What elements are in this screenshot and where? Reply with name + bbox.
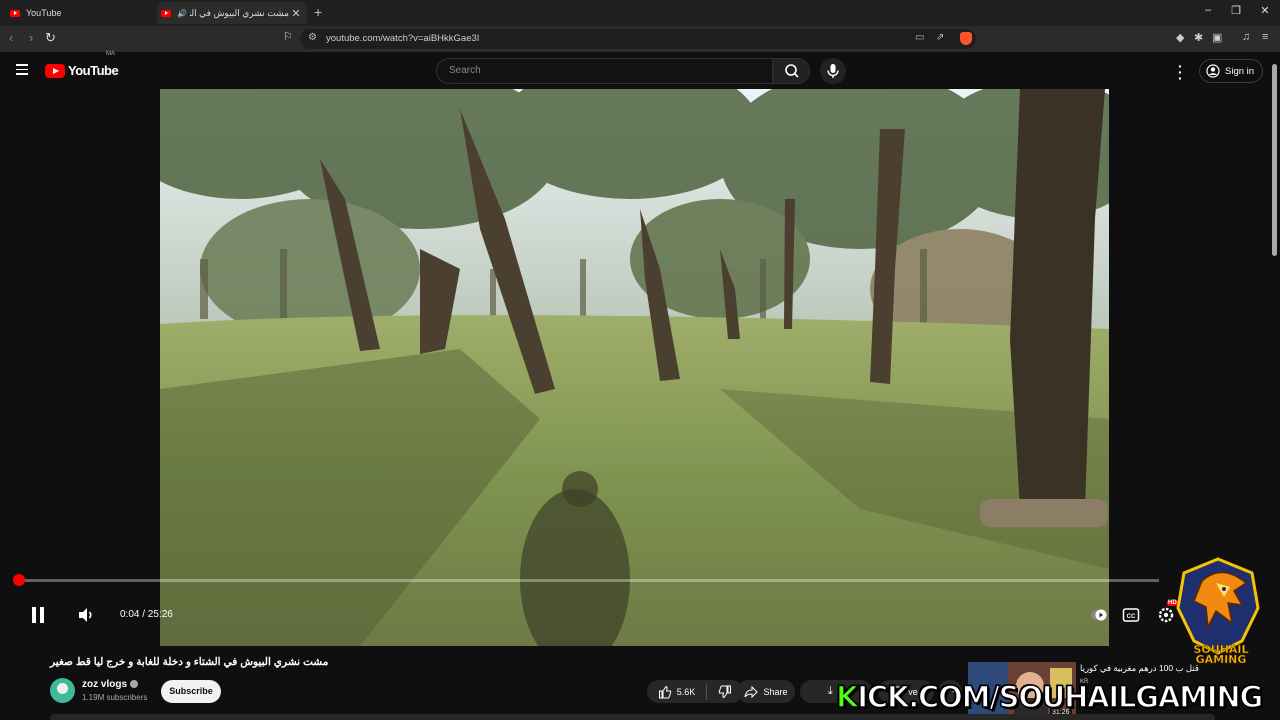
youtube-logo[interactable]: YouTube xyxy=(45,63,119,78)
search-input[interactable] xyxy=(447,64,751,77)
new-tab-icon[interactable]: + xyxy=(314,4,322,20)
kick-url-text: ICK.COM/SOUHAILGAMING xyxy=(857,679,1264,715)
video-player[interactable] xyxy=(160,89,1109,646)
media-icon[interactable]: ♫ xyxy=(1242,31,1250,43)
share-button[interactable]: Share xyxy=(737,680,795,703)
account-icon xyxy=(1206,64,1220,78)
like-dislike-group: 5.6K xyxy=(647,680,743,703)
url-field[interactable]: ⚙ youtube.com/watch?v=aiBHkkGae3I ▭ ⇗ xyxy=(300,29,976,49)
progress-scrubber[interactable] xyxy=(13,574,25,586)
souhail-gaming-badge-text: SOUHAIL GAMING xyxy=(1181,644,1261,666)
browser-address-bar: ‹ › ↻ ⚐ ⚙ youtube.com/watch?v=aiBHkkGae3… xyxy=(0,26,1280,52)
minimize-icon[interactable]: – xyxy=(1198,4,1218,16)
like-count: 5.6K xyxy=(676,686,696,697)
search-button[interactable] xyxy=(772,58,810,84)
guide-menu-icon[interactable] xyxy=(16,64,28,75)
like-button[interactable]: 5.6K xyxy=(658,685,696,699)
country-code: MA xyxy=(106,51,115,57)
cast-icon[interactable]: ▭ xyxy=(915,32,924,43)
like-divider xyxy=(706,683,708,700)
youtube-favicon-icon xyxy=(10,9,20,17)
share-arrow-icon xyxy=(744,685,759,698)
comment-bar-edge xyxy=(50,714,1215,720)
youtube-header: YouTube MA ··· Sign in xyxy=(0,51,1280,89)
back-icon[interactable]: ‹ xyxy=(9,30,13,45)
brave-shields-icon[interactable] xyxy=(960,32,972,45)
tab-audio-icon[interactable]: 🔊 xyxy=(177,9,187,18)
subtitles-icon[interactable]: CC xyxy=(1122,607,1140,623)
menu-icon[interactable]: ≡ xyxy=(1262,31,1268,43)
site-info-icon[interactable]: ⚙ xyxy=(308,32,317,43)
youtube-favicon-icon xyxy=(161,9,171,17)
tab-title: مشت نشري البيوش في الشتاء و دخلة للغابة … xyxy=(190,7,289,18)
video-title: مشت نشري البيوش في الشتاء و دخلة للغابة … xyxy=(50,656,329,668)
bookmark-icon[interactable]: ⚐ xyxy=(283,30,293,43)
reload-icon[interactable]: ↻ xyxy=(45,30,56,46)
subscriber-count: 1.19M subscribers xyxy=(82,693,148,702)
pause-icon[interactable] xyxy=(30,606,46,624)
wallet-icon[interactable]: ◆ xyxy=(1176,31,1184,44)
verified-icon xyxy=(130,680,139,689)
tab-youtube[interactable]: YouTube xyxy=(6,3,152,23)
channel-name[interactable]: zoz vlogs xyxy=(82,679,139,690)
close-window-icon[interactable]: ✕ xyxy=(1255,4,1275,17)
restore-icon[interactable]: ❐ xyxy=(1226,4,1246,17)
volume-icon[interactable] xyxy=(77,606,95,624)
channel-name-text: zoz vlogs xyxy=(82,679,128,690)
thumbs-up-icon xyxy=(658,685,671,698)
progress-bar[interactable] xyxy=(19,579,1159,582)
search-icon xyxy=(785,64,799,78)
voice-search-button[interactable] xyxy=(820,58,846,84)
browser-tab-bar: YouTube 🔊 مشت نشري البيوش في الشتاء و دخ… xyxy=(0,0,1280,26)
kick-channel-watermark: KICK.COM/SOUHAILGAMING xyxy=(835,679,1264,715)
sidebar-icon[interactable]: ▣ xyxy=(1212,31,1222,44)
sign-in-label: Sign in xyxy=(1225,65,1255,77)
microphone-icon xyxy=(827,64,839,78)
share-label: Share xyxy=(763,686,788,697)
extensions-icon[interactable]: ✱ xyxy=(1194,31,1203,44)
logo-text: YouTube xyxy=(68,63,119,78)
page-scrollbar[interactable] xyxy=(1272,64,1277,256)
tab-active-video[interactable]: 🔊 مشت نشري البيوش في الشتاء و دخلة للغاب… xyxy=(157,2,307,24)
sign-in-button[interactable]: Sign in xyxy=(1199,59,1264,83)
tab-title: YouTube xyxy=(26,8,62,18)
search-box xyxy=(436,58,774,84)
time-display: 0:04 / 25:26 xyxy=(120,609,173,620)
download-icon: ⤓ xyxy=(827,685,833,697)
settings-more-icon[interactable]: · · · xyxy=(1178,59,1183,85)
channel-avatar[interactable] xyxy=(50,678,75,703)
share-page-icon[interactable]: ⇗ xyxy=(936,32,944,43)
forward-icon[interactable]: › xyxy=(29,30,33,45)
url-text: youtube.com/watch?v=aiBHkkGae3I xyxy=(326,33,480,44)
badge-line-2: GAMING xyxy=(1195,653,1247,666)
youtube-play-logo-icon xyxy=(45,63,65,78)
svg-text:CC: CC xyxy=(1127,614,1136,620)
video-frame-forest-image xyxy=(160,89,1109,646)
autoplay-toggle-icon[interactable] xyxy=(1090,607,1108,623)
kick-prefix: K xyxy=(835,679,859,715)
thumbs-down-icon[interactable] xyxy=(718,685,732,699)
tab-close-icon[interactable]: ✕ xyxy=(289,7,303,20)
subscribe-button[interactable]: Subscribe xyxy=(161,680,221,703)
